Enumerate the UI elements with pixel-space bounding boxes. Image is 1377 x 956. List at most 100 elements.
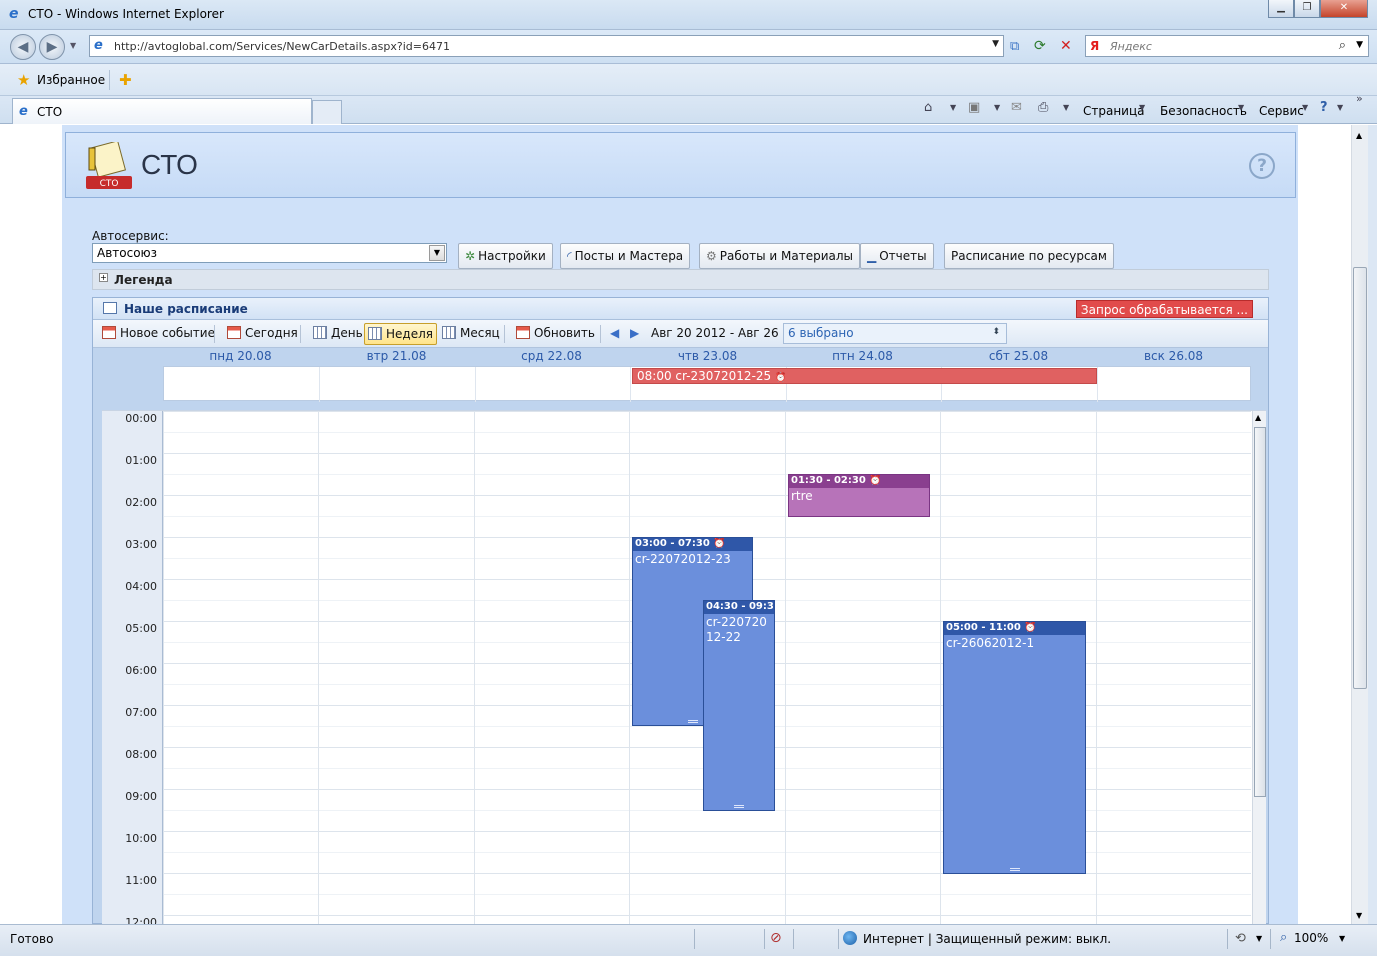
feeds-dropdown-icon[interactable]: ▼ [994, 103, 1000, 112]
page-scroll-down-icon[interactable]: ▼ [1356, 911, 1362, 920]
refresh-icon[interactable]: ⟳ [1034, 38, 1046, 54]
grid-scrollbar[interactable]: ▲ [1252, 411, 1266, 924]
protected-mode-icon[interactable]: ⟲ [1235, 931, 1246, 946]
resize-grip-icon[interactable] [687, 720, 698, 723]
search-placeholder[interactable]: Яндекс [1110, 40, 1152, 53]
address-dropdown-icon[interactable]: ▼ [992, 39, 999, 49]
next-week-icon[interactable]: ▶ [630, 326, 639, 340]
posts-button[interactable]: ◜ Посты и Мастера [560, 243, 691, 269]
chevron-more-icon[interactable]: » [1356, 92, 1363, 105]
page-menu[interactable]: Страница [1083, 104, 1145, 118]
home-dropdown-icon[interactable]: ▼ [950, 103, 956, 112]
day-header[interactable]: втр 21.08 [319, 349, 474, 363]
day-view-button[interactable]: День [310, 323, 366, 345]
favorites-button[interactable]: Избранное [37, 73, 105, 87]
safety-menu-dropdown-icon[interactable]: ▼ [1238, 103, 1244, 112]
search-icon[interactable]: ⌕ [1339, 38, 1346, 53]
refresh-button[interactable]: Обновить [513, 323, 598, 345]
works-button[interactable]: ⚙ Работы и Материалы [699, 243, 860, 269]
tools-menu-dropdown-icon[interactable]: ▼ [1302, 103, 1308, 112]
page-menu-dropdown-icon[interactable]: ▼ [1139, 103, 1145, 112]
print-dropdown-icon[interactable]: ▼ [1063, 103, 1069, 112]
tools-menu[interactable]: Сервис [1259, 104, 1304, 118]
resize-grip-icon[interactable] [734, 805, 744, 808]
page-icon: e [94, 38, 103, 53]
day-header[interactable]: птн 24.08 [785, 349, 940, 363]
new-event-button[interactable]: Новое событие [99, 323, 218, 345]
security-zone[interactable]: Интернет | Защищенный режим: выкл. [863, 932, 1111, 946]
compatibility-icon[interactable]: ⧉ [1010, 39, 1019, 54]
time-column: 00:00 01:00 02:00 03:00 04:00 05:00 06:0… [102, 411, 163, 924]
resource-picker[interactable]: 6 выбрано ⬍ [783, 323, 1007, 344]
hour-label: 06:00 [125, 664, 157, 677]
zoom-dropdown-icon[interactable]: ▼ [1339, 934, 1345, 943]
home-icon[interactable]: ⌂ [924, 100, 932, 115]
day-column-divider [318, 411, 319, 924]
calendar-event[interactable]: 05:00 - 11:00 ⏰ cr-26062012-1 [943, 621, 1086, 874]
address-url[interactable]: http://avtoglobal.com/Services/NewCarDet… [114, 40, 450, 53]
day-header[interactable]: вск 26.08 [1096, 349, 1251, 363]
tab-sto[interactable]: e СТО [12, 98, 312, 124]
back-button[interactable]: ◀ [10, 34, 36, 60]
today-button[interactable]: Сегодня [224, 323, 301, 345]
month-view-button[interactable]: Месяц [439, 323, 503, 345]
zoom-level[interactable]: 100% [1294, 931, 1328, 945]
help-menu-dropdown-icon[interactable]: ▼ [1337, 103, 1343, 112]
new-tab-button[interactable] [312, 100, 342, 124]
service-select[interactable]: Автосоюз ▼ [92, 243, 447, 263]
resources-button[interactable]: Расписание по ресурсам [944, 243, 1114, 269]
page-scroll-thumb[interactable] [1353, 267, 1367, 689]
zone-dropdown-icon[interactable]: ▼ [1256, 934, 1262, 943]
week-view-button[interactable]: Неделя [364, 323, 437, 345]
page-scroll-up-icon[interactable]: ▲ [1356, 131, 1362, 140]
minimize-button[interactable]: ▁ [1268, 0, 1294, 18]
search-box[interactable]: Я Яндекс ⌕ ▼ [1085, 35, 1369, 57]
help-icon[interactable]: ? [1249, 153, 1275, 179]
settings-button[interactable]: ✲ Настройки [458, 243, 553, 269]
legend-panel[interactable]: + Легенда [92, 269, 1269, 290]
grid-line [163, 432, 1251, 433]
day-header[interactable]: чтв 23.08 [630, 349, 785, 363]
popup-blocker-icon[interactable]: ⊘ [770, 930, 782, 946]
calendar-icon [103, 302, 117, 314]
event-title: rtre [791, 489, 813, 503]
add-favorite-icon[interactable]: ✚ [119, 71, 132, 89]
favorites-star-icon[interactable]: ★ [17, 71, 30, 89]
gear-icon: ⚙ [706, 249, 717, 263]
maximize-button[interactable]: ❐ [1294, 0, 1320, 18]
legend-title[interactable]: Легенда [114, 273, 173, 287]
search-dropdown-icon[interactable]: ▼ [1356, 40, 1363, 50]
stop-icon[interactable]: ✕ [1060, 38, 1072, 54]
all-day-event[interactable]: 08:00 cr-23072012-25 ⏰ [632, 368, 1097, 384]
scheduler-header: Наше расписание Запрос обрабатывается ..… [93, 298, 1268, 320]
page-scrollbar[interactable]: ▲ ▼ [1351, 125, 1368, 924]
reports-button[interactable]: ▁ Отчеты [860, 243, 934, 269]
expand-plus-icon[interactable]: + [99, 273, 108, 282]
print-icon[interactable]: ⎙ [1038, 100, 1048, 115]
prev-week-icon[interactable]: ◀ [610, 326, 619, 340]
grid-line [163, 894, 1251, 895]
scroll-up-icon[interactable]: ▲ [1255, 413, 1261, 422]
select-arrow-icon[interactable]: ▼ [429, 245, 445, 261]
calendar-event[interactable]: 04:30 - 09:30 cr-22072012-22 [703, 600, 775, 811]
help-menu-icon[interactable]: ? [1320, 100, 1328, 115]
day-header[interactable]: срд 22.08 [474, 349, 629, 363]
mail-icon[interactable]: ✉ [1011, 100, 1022, 115]
sto-logo-icon: СТО [86, 142, 132, 189]
ie-logo-icon: e [9, 6, 19, 22]
day-header[interactable]: пнд 20.08 [163, 349, 318, 363]
day-header[interactable]: сбт 25.08 [941, 349, 1096, 363]
feeds-icon[interactable]: ▣ [968, 100, 980, 115]
address-bar[interactable]: e http://avtoglobal.com/Services/NewCarD… [89, 35, 1004, 57]
alarm-icon: ⏰ [775, 373, 787, 383]
status-bar: Готово ⊘ Интернет | Защищенный режим: вы… [0, 924, 1377, 956]
picker-arrows-icon[interactable]: ⬍ [992, 327, 1000, 337]
resize-grip-icon[interactable] [1009, 868, 1020, 871]
close-button[interactable]: ✕ [1320, 0, 1368, 18]
history-dropdown-icon[interactable]: ▼ [70, 41, 76, 50]
grid-scroll-thumb[interactable] [1254, 427, 1266, 797]
grid-line [163, 495, 1251, 496]
calendar-event[interactable]: 01:30 - 02:30 ⏰ rtre [788, 474, 930, 517]
safety-menu[interactable]: Безопасность [1160, 104, 1247, 118]
forward-button[interactable]: ▶ [39, 34, 65, 60]
